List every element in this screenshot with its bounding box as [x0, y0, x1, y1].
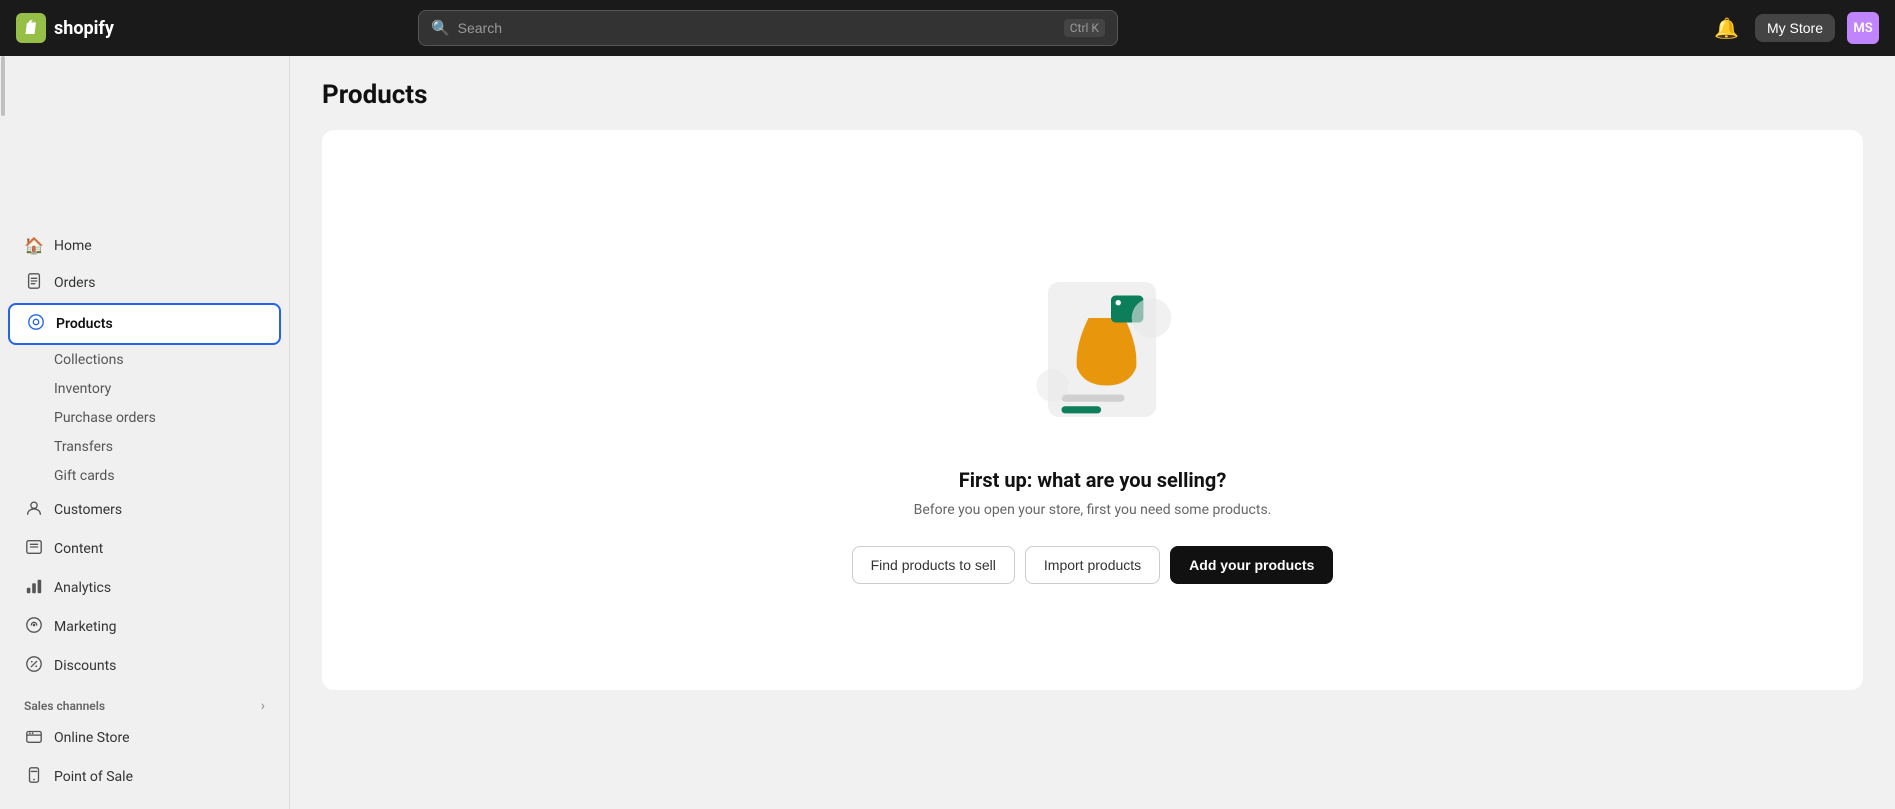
- sidebar-nav: 🏠 Home Orders Products Collections Inven…: [0, 215, 289, 809]
- shopify-logo[interactable]: shopify: [16, 13, 114, 43]
- search-icon: 🔍: [431, 19, 450, 37]
- sidebar-item-point-of-sale[interactable]: Point of Sale: [8, 758, 281, 796]
- online-store-icon: [24, 727, 44, 749]
- sidebar-item-gift-cards[interactable]: Gift cards: [54, 462, 281, 490]
- empty-state-actions: Find products to sell Import products Ad…: [852, 546, 1334, 584]
- sidebar-item-customers-label: Customers: [54, 502, 122, 518]
- sidebar-item-purchase-orders[interactable]: Purchase orders: [54, 404, 281, 432]
- topnav-right: 🔔 My Store MS: [1710, 12, 1879, 45]
- sidebar-item-orders-label: Orders: [54, 275, 96, 291]
- page-title: Products: [322, 80, 1863, 110]
- discounts-icon: [24, 655, 44, 677]
- marketing-icon: [24, 616, 44, 638]
- sidebar-item-online-store-label: Online Store: [54, 730, 130, 746]
- search-bar[interactable]: 🔍 Ctrl K: [418, 10, 1118, 46]
- main-layout: 🏠 Home Orders Products Collections Inven…: [0, 56, 1895, 809]
- sidebar-item-discounts-label: Discounts: [54, 658, 116, 674]
- logo-text: shopify: [54, 18, 114, 39]
- find-products-button[interactable]: Find products to sell: [852, 546, 1015, 584]
- shopify-bag-icon: [16, 13, 46, 43]
- sidebar-item-content[interactable]: Content: [8, 530, 281, 568]
- empty-state-title: First up: what are you selling?: [959, 468, 1227, 492]
- empty-state-card: First up: what are you selling? Before y…: [322, 130, 1863, 690]
- empty-state-subtitle: Before you open your store, first you ne…: [914, 502, 1272, 518]
- sidebar-item-orders[interactable]: Orders: [8, 264, 281, 302]
- notifications-button[interactable]: 🔔: [1710, 12, 1743, 45]
- sidebar-item-content-label: Content: [54, 541, 103, 557]
- content-icon: [24, 538, 44, 560]
- add-products-button[interactable]: Add your products: [1170, 546, 1333, 584]
- sidebar-item-products-label: Products: [56, 316, 113, 332]
- sidebar-item-collections[interactable]: Collections: [54, 346, 281, 374]
- sidebar-item-inventory[interactable]: Inventory: [54, 375, 281, 403]
- products-submenu: Collections Inventory Purchase orders Tr…: [0, 346, 289, 490]
- sidebar-item-analytics-label: Analytics: [54, 580, 111, 596]
- sidebar-item-marketing-label: Marketing: [54, 619, 117, 635]
- sidebar-item-home[interactable]: 🏠 Home: [8, 228, 281, 263]
- store-name-button[interactable]: My Store: [1755, 14, 1835, 42]
- sidebar-item-point-of-sale-label: Point of Sale: [54, 769, 133, 785]
- avatar[interactable]: MS: [1847, 12, 1879, 44]
- sidebar-item-discounts[interactable]: Discounts: [8, 647, 281, 685]
- sidebar-item-customers[interactable]: Customers: [8, 491, 281, 529]
- home-icon: 🏠: [24, 236, 44, 255]
- point-of-sale-icon: [24, 766, 44, 788]
- products-icon: [26, 313, 46, 335]
- sidebar-item-marketing[interactable]: Marketing: [8, 608, 281, 646]
- sidebar-item-analytics[interactable]: Analytics: [8, 569, 281, 607]
- sales-channels-label: Sales channels: [24, 699, 105, 713]
- analytics-icon: [24, 577, 44, 599]
- top-navigation: shopify 🔍 Ctrl K 🔔 My Store MS: [0, 0, 1895, 56]
- product-illustration: [1003, 236, 1183, 436]
- chevron-right-icon: ›: [261, 698, 265, 714]
- search-shortcut: Ctrl K: [1064, 19, 1105, 37]
- sidebar-item-online-store[interactable]: Online Store: [8, 719, 281, 757]
- sidebar: 🏠 Home Orders Products Collections Inven…: [0, 56, 290, 809]
- search-input[interactable]: [458, 20, 1056, 36]
- sales-channels-section: Sales channels ›: [0, 686, 289, 718]
- customers-icon: [24, 499, 44, 521]
- sidebar-item-products[interactable]: Products: [8, 303, 281, 345]
- import-products-button[interactable]: Import products: [1025, 546, 1160, 584]
- main-content: Products First up: what are you selling?…: [290, 56, 1895, 809]
- orders-icon: [24, 272, 44, 294]
- sidebar-item-transfers[interactable]: Transfers: [54, 433, 281, 461]
- search-container: 🔍 Ctrl K: [418, 10, 1118, 46]
- sidebar-item-home-label: Home: [54, 238, 92, 254]
